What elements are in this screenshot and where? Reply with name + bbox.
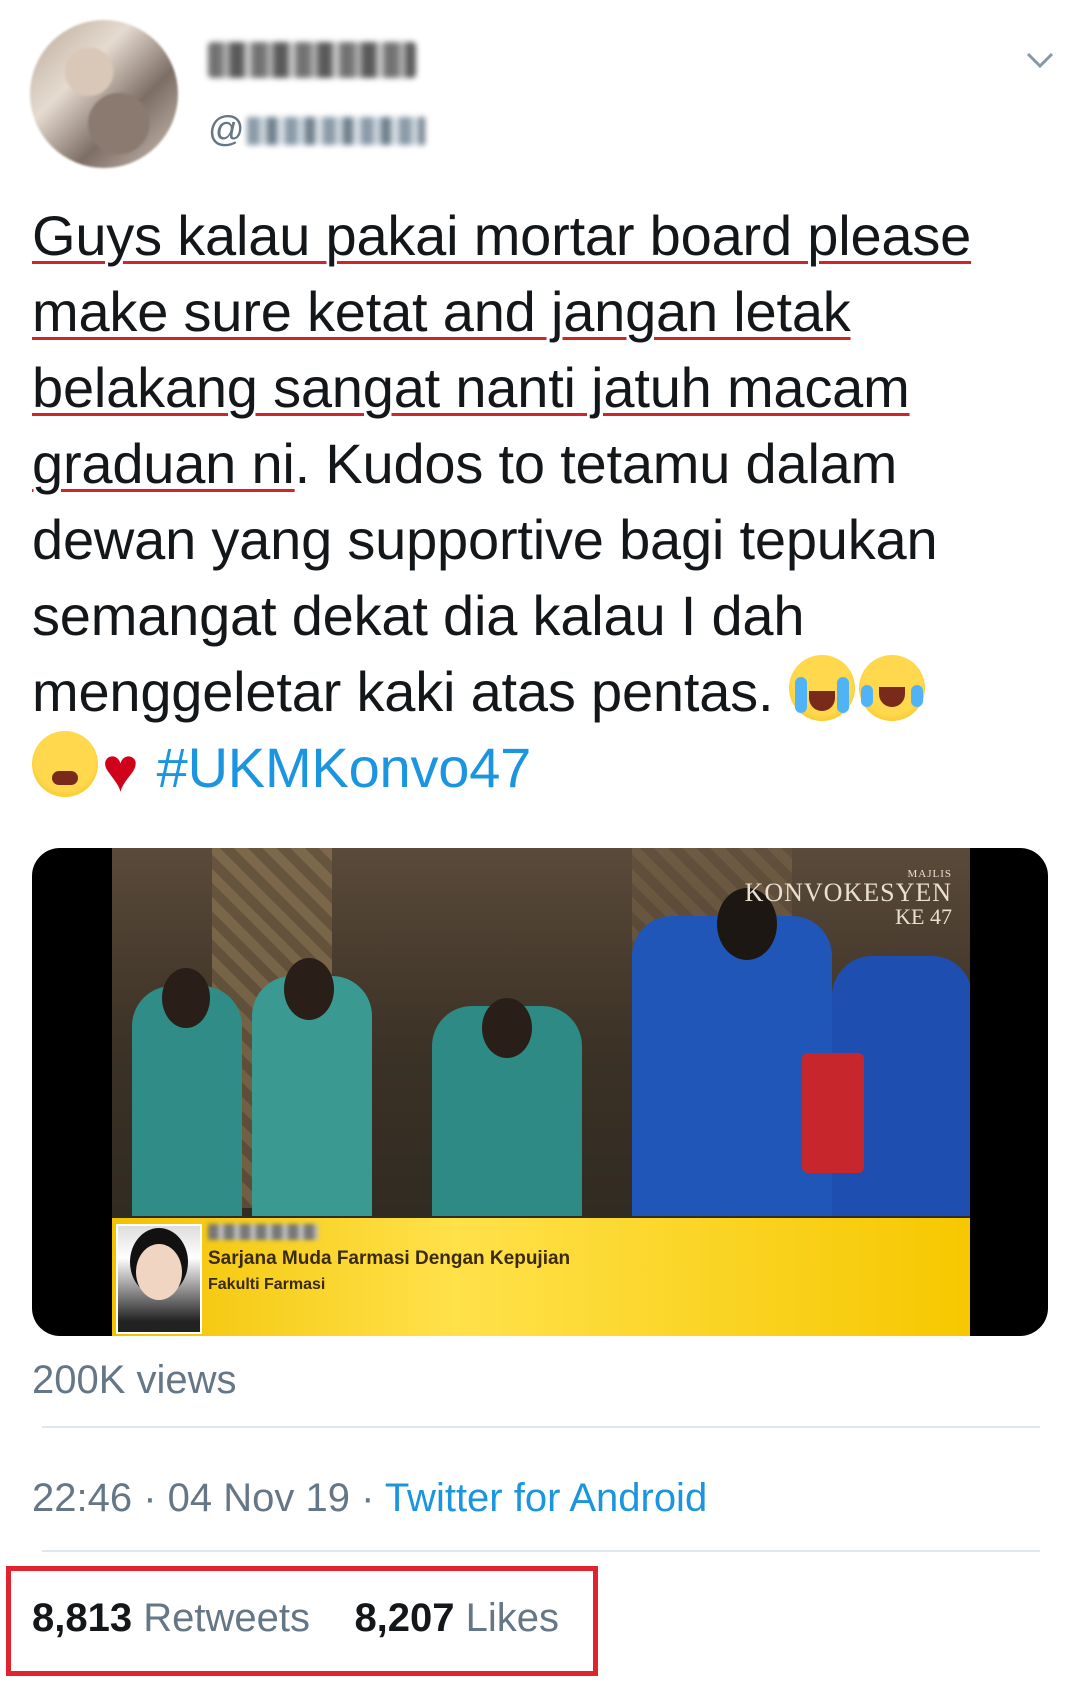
divider [42, 1550, 1040, 1552]
likes-label: Likes [465, 1596, 560, 1640]
meta-separator: · [132, 1476, 168, 1520]
tweet-underlined-line: Guys kalau pakai mortar board please [32, 204, 972, 267]
video-player[interactable]: MAJLIS KONVOKESYEN KE 47 Sarjana Muda Fa… [32, 848, 1048, 1336]
handle-redacted [246, 117, 425, 146]
tweet-time[interactable]: 22:46 [32, 1476, 132, 1520]
face-with-tears-of-joy-icon [858, 655, 925, 721]
divider [42, 1426, 1040, 1428]
red-heart-icon: ♥ [102, 736, 139, 805]
tweet-underlined-line: graduan ni [32, 432, 295, 495]
handle-prefix: @ [208, 108, 245, 149]
degree-text: Sarjana Muda Farmasi Dengan Kepujian [208, 1248, 571, 1269]
meta-separator: · [350, 1476, 385, 1520]
graduate-name-banner: Sarjana Muda Farmasi Dengan Kepujian Fak… [112, 1218, 970, 1336]
avatar[interactable] [30, 20, 178, 168]
hashtag-link[interactable]: #UKMKonvo47 [157, 736, 532, 799]
convocation-logo: MAJLIS KONVOKESYEN KE 47 [745, 868, 952, 928]
user-handle[interactable]: @ [208, 108, 425, 150]
graduate-photo [116, 1224, 202, 1334]
tweet-underlined-line: make sure ketat and jangan letak [32, 280, 851, 343]
tweet-meta: 22:46 · 04 Nov 19 · Twitter for Android [32, 1476, 707, 1521]
tweet-source-link[interactable]: Twitter for Android [385, 1476, 707, 1520]
tweet-stats: 8,813 Retweets 8,207 Likes [32, 1596, 559, 1641]
weary-face-icon [32, 731, 98, 797]
tweet-text: Guys kalau pakai mortar board please mak… [32, 198, 1052, 809]
tweet-date[interactable]: 04 Nov 19 [168, 1476, 350, 1520]
retweets-stat[interactable]: 8,813 Retweets [32, 1596, 310, 1640]
likes-stat[interactable]: 8,207 Likes [354, 1596, 559, 1640]
display-name[interactable] [208, 42, 416, 78]
view-count: 200K views [32, 1358, 237, 1402]
graduate-name-redacted [208, 1224, 318, 1240]
likes-count: 8,207 [354, 1596, 455, 1640]
video-frame: MAJLIS KONVOKESYEN KE 47 Sarjana Muda Fa… [112, 848, 970, 1336]
tweet-underlined-line: belakang sangat nanti jatuh macam [32, 356, 910, 419]
retweets-label: Retweets [143, 1596, 310, 1640]
logo-text: KE 47 [895, 904, 952, 929]
retweets-count: 8,813 [32, 1596, 133, 1640]
faculty-text: Fakulti Farmasi [208, 1276, 326, 1293]
logo-text: KONVOKESYEN [744, 878, 952, 907]
chevron-down-icon[interactable] [1024, 48, 1056, 72]
loudly-crying-face-icon [788, 655, 855, 721]
